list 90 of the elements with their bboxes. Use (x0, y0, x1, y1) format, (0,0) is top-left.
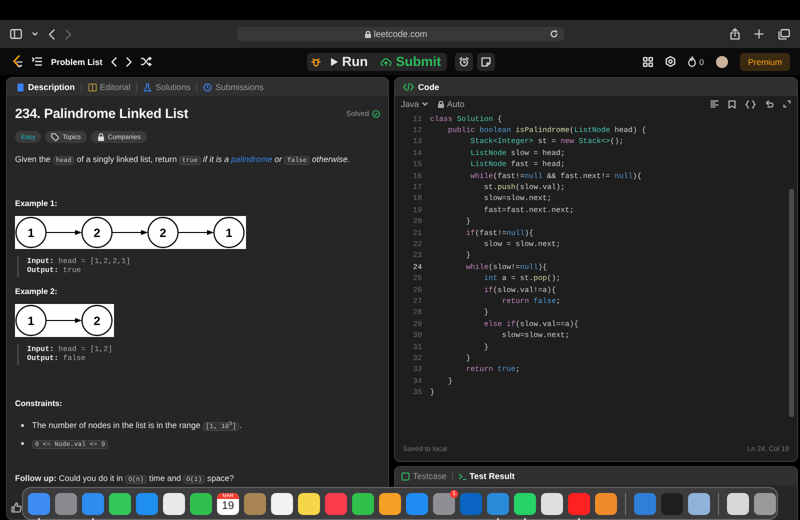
panel-tab[interactable]: Test Result (458, 471, 515, 481)
document-icon (16, 82, 25, 92)
language-selector[interactable]: Java (401, 99, 428, 109)
mode-label: Auto (446, 99, 464, 109)
address-field[interactable]: leetcode.com (236, 27, 564, 41)
tag-icon (51, 133, 60, 141)
terminal-icon (458, 472, 467, 480)
checkbox-icon (401, 472, 410, 480)
shuffle-icon[interactable] (141, 57, 152, 66)
chevron-down-icon[interactable] (32, 32, 38, 36)
app-icon[interactable] (163, 492, 185, 514)
panel-title: Code (418, 82, 440, 92)
avatar[interactable] (716, 56, 728, 68)
flask-icon (143, 82, 152, 92)
panel-tab[interactable]: Submissions (200, 82, 267, 92)
list-node: 2 (81, 216, 113, 248)
logo-icon[interactable] (12, 55, 23, 68)
panel-tab[interactable]: Testcase (401, 471, 447, 481)
app-icon[interactable] (595, 492, 617, 514)
app-icon[interactable] (352, 492, 374, 514)
note-button[interactable] (477, 52, 496, 70)
book-icon (88, 82, 97, 92)
thumbs-up-icon[interactable] (11, 502, 22, 513)
calendar-day: 19 (222, 498, 234, 514)
check-circle-icon (372, 110, 380, 118)
definition-link[interactable]: palindrome (231, 154, 272, 164)
list-node: 1 (15, 304, 47, 336)
align-icon[interactable] (710, 100, 719, 108)
previous-icon[interactable] (111, 56, 118, 66)
cloud-upload-icon (380, 57, 392, 66)
tabs-icon[interactable] (778, 28, 790, 40)
next-icon[interactable] (126, 56, 132, 66)
app-icon[interactable] (727, 492, 749, 514)
panel-tab[interactable]: Editorial (84, 82, 134, 92)
braces-icon[interactable] (745, 100, 756, 108)
note-icon (481, 56, 492, 66)
fire-icon[interactable] (688, 56, 696, 67)
premium-button[interactable]: Premium (740, 52, 790, 70)
problem-list-link[interactable]: Problem List (51, 56, 102, 66)
clock-icon (203, 82, 212, 92)
play-icon (330, 58, 338, 66)
panel-tab[interactable]: Description (13, 82, 78, 92)
lock-icon (438, 100, 444, 108)
arrow (178, 230, 214, 235)
alarm-button[interactable] (455, 52, 474, 70)
app-icon[interactable] (109, 492, 131, 514)
app-icon[interactable] (541, 492, 563, 514)
plus-icon[interactable] (754, 29, 764, 39)
app-icon[interactable] (298, 492, 320, 514)
sidebar-icon[interactable] (10, 29, 22, 39)
submit-button[interactable]: Submit (374, 52, 448, 70)
chevron-down-icon (422, 102, 428, 106)
list-icon[interactable] (32, 57, 42, 66)
problem-title: 234. Palindrome Linked List (15, 106, 188, 121)
app-icon[interactable] (688, 492, 710, 514)
bookmark-icon[interactable] (728, 100, 736, 108)
scrollbar[interactable] (789, 189, 794, 417)
app-icon[interactable] (379, 492, 401, 514)
alarm-clock-icon (459, 56, 470, 66)
lock-icon (364, 30, 371, 38)
constraints-heading: Constraints: (15, 399, 64, 408)
share-icon[interactable] (730, 28, 740, 40)
list-node: 2 (81, 304, 113, 336)
reload-icon[interactable] (550, 30, 558, 38)
list-node: 1 (15, 216, 47, 248)
run-button[interactable]: Run (324, 52, 374, 70)
bullet-icon (21, 424, 24, 427)
app-icon[interactable] (190, 492, 212, 514)
settings-icon[interactable] (665, 56, 676, 67)
panel-tab[interactable]: Solutions (140, 82, 194, 92)
back-icon[interactable] (48, 28, 55, 40)
app-icon[interactable] (271, 492, 293, 514)
list-node: 2 (147, 216, 179, 248)
example-heading: Example 2: (15, 287, 58, 296)
app-icon[interactable] (514, 492, 536, 514)
expand-icon[interactable] (783, 100, 791, 108)
list-node: 1 (213, 216, 245, 248)
arrow (46, 318, 82, 323)
url-text: leetcode.com (374, 29, 428, 39)
bug-icon (310, 56, 321, 66)
bullet-icon (21, 442, 24, 445)
arrow (112, 230, 148, 235)
streak-count: 0 (699, 56, 704, 66)
app-icon[interactable] (754, 492, 776, 514)
grid-icon[interactable] (643, 56, 654, 66)
lock-icon (96, 133, 105, 141)
undo-icon[interactable] (765, 100, 774, 108)
example-heading: Example 1: (15, 199, 58, 208)
code-icon (403, 83, 414, 91)
arrow (46, 230, 82, 235)
